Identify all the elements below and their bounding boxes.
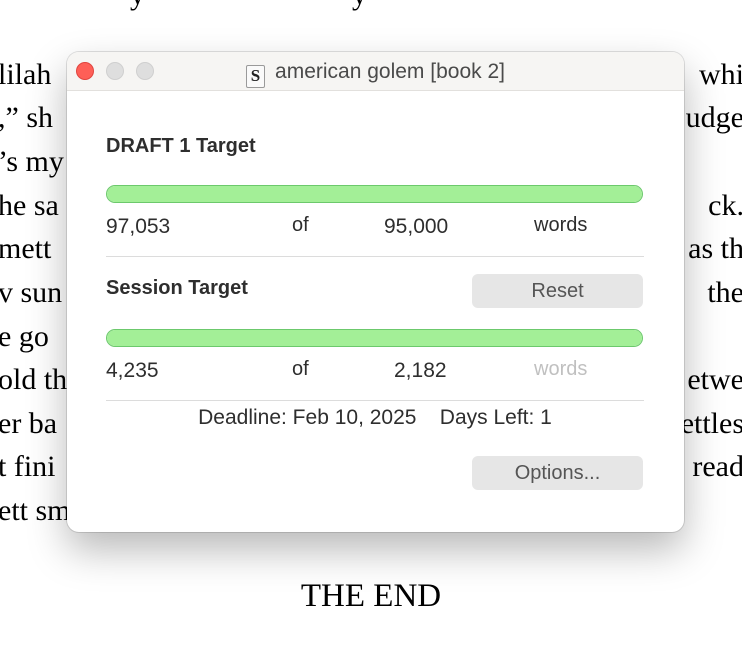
manuscript-text: ,” sh	[0, 101, 53, 134]
manuscript-text: er ba	[0, 407, 58, 440]
manuscript-text: ett sm	[0, 494, 71, 527]
session-target-title: Session Target	[106, 277, 248, 299]
project-targets-window: Samerican golem [book 2] DRAFT 1 Target …	[67, 52, 684, 532]
session-current-count: 4,235	[106, 359, 159, 382]
document-icon: S	[246, 65, 266, 88]
title-bar[interactable]: Samerican golem [book 2]	[67, 52, 684, 91]
draft-current-count: 97,053	[106, 215, 171, 238]
session-progress-fill	[107, 330, 642, 346]
section-divider	[106, 400, 644, 401]
session-target-count[interactable]: 2,182	[394, 359, 447, 383]
manuscript-text: ck.	[708, 189, 742, 222]
options-button[interactable]: Options...	[472, 456, 643, 490]
manuscript-text: mett	[0, 232, 52, 265]
manuscript-text: old th	[0, 363, 68, 396]
window-title: Samerican golem [book 2]	[67, 60, 684, 88]
session-of-label: of	[292, 358, 309, 380]
the-end-text: THE END	[300, 578, 442, 614]
manuscript-text: lilah	[0, 58, 52, 91]
manuscript-text: ’s my	[0, 145, 64, 178]
manuscript-text: whi	[699, 58, 742, 91]
manuscript-text: he sa	[0, 189, 59, 222]
draft-of-label: of	[292, 214, 309, 236]
draft-target-count[interactable]: 95,000	[384, 215, 448, 239]
manuscript-text: read	[692, 450, 742, 483]
session-unit-label: words	[534, 358, 588, 380]
days-left-label: Days Left: 1	[439, 406, 552, 429]
draft-progress-fill	[107, 186, 642, 202]
manuscript-line: yy	[0, 0, 742, 18]
section-divider	[106, 256, 644, 257]
manuscript-text: t fini	[0, 450, 56, 483]
manuscript-text: etwe	[687, 363, 742, 396]
manuscript-text: v sun	[0, 276, 63, 309]
deadline-label: Deadline: Feb 10, 2025	[198, 406, 417, 429]
manuscript-text: as th	[688, 232, 742, 265]
deadline-row: Deadline: Feb 10, 2025 Days Left: 1	[106, 406, 644, 430]
session-progress-bar	[106, 329, 643, 347]
manuscript-text: the	[707, 276, 742, 309]
manuscript-text: udge	[685, 101, 742, 134]
draft-unit-label[interactable]: words	[534, 214, 587, 237]
reset-button[interactable]: Reset	[472, 274, 643, 308]
draft-target-title: DRAFT 1 Target	[106, 135, 256, 157]
manuscript-text: e go	[0, 320, 49, 353]
manuscript-text: ettles	[680, 407, 742, 440]
window-title-text: american golem [book 2]	[275, 60, 505, 83]
draft-progress-bar	[106, 185, 643, 203]
